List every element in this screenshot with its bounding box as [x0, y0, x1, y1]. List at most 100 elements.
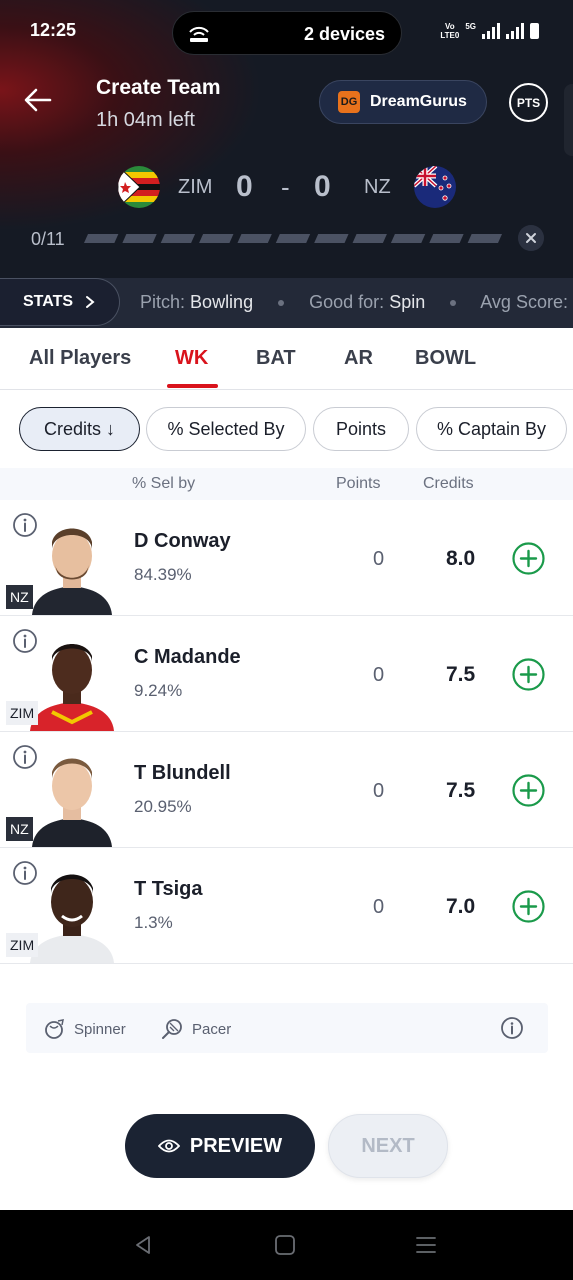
- battery-icon: [530, 23, 539, 39]
- next-button[interactable]: NEXT: [328, 1114, 448, 1178]
- status-bar: 12:25 2 devices Vo LTE0 5G: [0, 0, 573, 64]
- clear-team-icon[interactable]: [518, 225, 544, 251]
- player-selected-pct: 20.95%: [134, 797, 192, 816]
- legend-spinner-label: Spinner: [74, 1020, 126, 1038]
- player-credits: 8.0: [446, 547, 476, 570]
- team1-name: ZIM: [178, 176, 213, 198]
- tab-bowl[interactable]: BOWL: [415, 347, 476, 370]
- player-photo: [22, 742, 122, 847]
- stats-label: STATS: [23, 293, 74, 310]
- player-credits: 7.5: [446, 663, 476, 686]
- separator-dot: [450, 300, 457, 307]
- 5g-label: 5G: [465, 22, 476, 31]
- team1-score: 0: [236, 170, 253, 203]
- progress-segment: [275, 234, 311, 243]
- pitch-label: Pitch:: [140, 292, 186, 312]
- player-name: T Blundell: [134, 762, 231, 784]
- devices-text: 2 devices: [303, 24, 385, 44]
- col-sel-by[interactable]: % Sel by: [132, 475, 195, 493]
- progress-segment: [84, 234, 119, 243]
- tab-ar[interactable]: AR: [344, 347, 373, 370]
- team-progress-bar: [84, 234, 502, 243]
- pitch-stats-bar: STATS Pitch: Bowling Good for: Spin Avg …: [0, 278, 573, 328]
- player-photo: [22, 510, 122, 615]
- sort-credits-chip[interactable]: Credits ↓: [19, 407, 140, 451]
- tab-wk[interactable]: WK: [175, 347, 208, 370]
- bowler-type-legend: Spinner Pacer: [26, 1003, 548, 1053]
- devices-pill[interactable]: 2 devices: [172, 11, 402, 55]
- dreamgurus-logo-icon: DG: [338, 91, 360, 113]
- player-selected-pct: 9.24%: [134, 681, 183, 700]
- team-badge: ZIM: [6, 933, 39, 957]
- legend-spinner: Spinner: [42, 1017, 126, 1041]
- player-points: 0: [373, 548, 385, 570]
- progress-segment: [390, 234, 426, 243]
- spinner-icon: [45, 1019, 64, 1039]
- legend-pacer: Pacer: [160, 1017, 231, 1041]
- nav-home-icon[interactable]: [272, 1232, 298, 1258]
- add-player-icon[interactable]: [512, 658, 545, 691]
- good-for-value: Spin: [389, 292, 426, 312]
- nav-recents-icon[interactable]: [413, 1232, 439, 1258]
- tab-all-players[interactable]: All Players: [29, 347, 131, 370]
- pitch-value: Bowling: [190, 292, 254, 312]
- progress-segment: [352, 234, 387, 243]
- dreamgurus-label: DreamGurus: [370, 93, 467, 110]
- tab-bat[interactable]: BAT: [256, 347, 296, 370]
- progress-segment: [122, 234, 157, 243]
- signal-icon: [482, 23, 500, 39]
- team-badge: ZIM: [6, 701, 39, 725]
- dreamgurus-button[interactable]: DG DreamGurus: [319, 80, 487, 124]
- legend-info-icon[interactable]: [500, 1016, 524, 1040]
- progress-segment: [314, 234, 349, 243]
- sort-chips: Credits ↓ % Selected By Points % Captain…: [0, 407, 573, 451]
- progress-segment: [429, 234, 464, 243]
- progress-segment: [160, 234, 196, 243]
- progress-segment: [467, 234, 502, 243]
- good-for-label: Good for:: [309, 292, 385, 312]
- signal2-icon: [506, 23, 524, 39]
- separator-dot: [278, 300, 285, 307]
- selected-count: 0/11: [31, 229, 65, 249]
- player-row[interactable]: ZIM C Madande 9.24% 0 7.5: [0, 616, 573, 732]
- add-player-icon[interactable]: [512, 890, 545, 923]
- chevron-right-icon: [86, 296, 95, 308]
- team-badge: NZ: [6, 817, 33, 841]
- player-name: D Conway: [134, 530, 231, 552]
- stats-button[interactable]: STATS: [0, 278, 120, 326]
- add-player-icon[interactable]: [512, 542, 545, 575]
- player-selected-pct: 1.3%: [134, 913, 173, 932]
- time-left: 1h 04m left: [96, 109, 195, 131]
- cast-icon: [189, 26, 209, 42]
- player-points: 0: [373, 896, 385, 918]
- player-name: T Tsiga: [134, 878, 203, 900]
- pts-button[interactable]: PTS: [509, 83, 548, 122]
- sort-selected-by-chip[interactable]: % Selected By: [146, 407, 306, 451]
- edge-panel-handle[interactable]: [564, 84, 573, 156]
- progress-segment: [237, 234, 272, 243]
- player-row[interactable]: NZ D Conway 84.39% 0 8.0: [0, 500, 573, 616]
- player-points: 0: [373, 780, 385, 802]
- sort-captain-by-chip[interactable]: % Captain By: [416, 407, 567, 451]
- player-row[interactable]: NZ T Blundell 20.95% 0 7.5: [0, 732, 573, 848]
- avg-score-label: Avg Score:: [480, 292, 568, 312]
- nav-back-icon[interactable]: [130, 1232, 156, 1258]
- player-points: 0: [373, 664, 385, 686]
- pacer-icon: [162, 1019, 182, 1039]
- active-tab-indicator: [167, 384, 218, 388]
- player-credits: 7.5: [446, 779, 476, 802]
- preview-button[interactable]: PREVIEW: [125, 1114, 315, 1178]
- player-row[interactable]: ZIM T Tsiga 1.3% 0 7.0: [0, 848, 573, 964]
- col-credits[interactable]: Credits: [423, 475, 474, 493]
- player-credits: 7.0: [446, 895, 476, 918]
- player-name: C Madande: [134, 646, 241, 668]
- back-arrow-icon[interactable]: [22, 84, 54, 116]
- add-player-icon[interactable]: [512, 774, 545, 807]
- progress-segment: [199, 234, 234, 243]
- team2-score: 0: [314, 170, 331, 203]
- sort-points-chip[interactable]: Points: [313, 407, 409, 451]
- eye-icon: [157, 1139, 180, 1153]
- team-badge: NZ: [6, 585, 33, 609]
- match-header: 12:25 2 devices Vo LTE0 5G Create Team 1h…: [0, 0, 573, 278]
- col-points[interactable]: Points: [336, 475, 380, 493]
